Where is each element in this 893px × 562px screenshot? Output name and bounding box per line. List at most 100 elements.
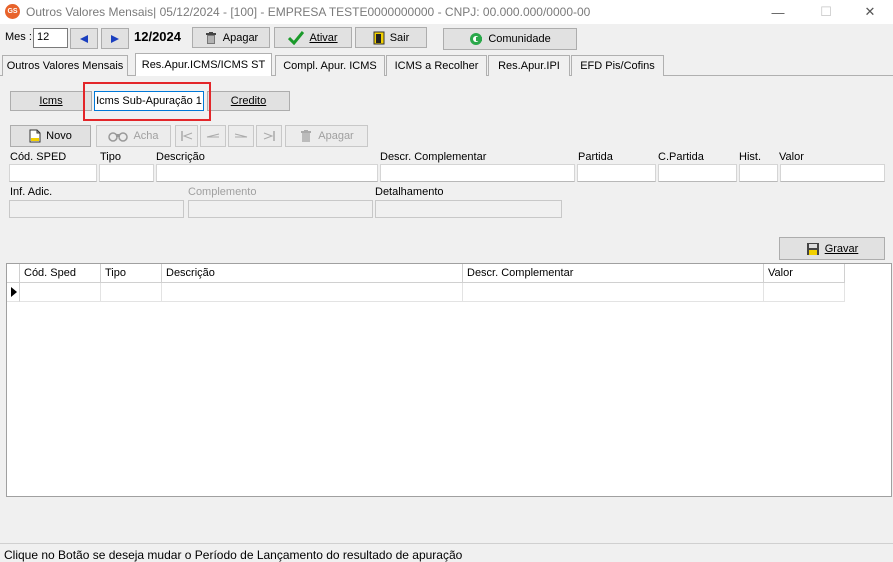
tab-res-apur-ipi[interactable]: Res.Apur.IPI bbox=[488, 55, 570, 76]
tab-compl-apur-icms[interactable]: Compl. Apur. ICMS bbox=[275, 55, 385, 76]
mes-input[interactable]: 12 bbox=[33, 28, 68, 48]
tab-icms-a-recolher[interactable]: ICMS a Recolher bbox=[386, 55, 487, 76]
complemento-label: Complemento bbox=[188, 186, 257, 198]
hist-label: Hist. bbox=[739, 151, 761, 163]
maximize-button: ☐ bbox=[803, 0, 849, 24]
descricao-label: Descrição bbox=[156, 151, 205, 163]
window-title: Outros Valores Mensais| 05/12/2024 - [10… bbox=[26, 5, 591, 19]
checkmark-icon bbox=[288, 30, 305, 45]
valor-input[interactable] bbox=[780, 164, 885, 182]
ativar-button[interactable]: Ativar bbox=[274, 27, 352, 48]
detalhamento-label: Detalhamento bbox=[375, 186, 444, 198]
novo-button[interactable]: Novo bbox=[10, 125, 91, 147]
grid-header-descr-complementar[interactable]: Descr. Complementar bbox=[463, 264, 764, 283]
apagar-button[interactable]: Apagar bbox=[285, 125, 368, 147]
apagar-label: Apagar bbox=[318, 130, 354, 142]
cod-sped-input[interactable] bbox=[9, 164, 97, 182]
sair-label: Sair bbox=[389, 31, 410, 44]
app-logo-icon: GS bbox=[5, 4, 20, 19]
c-partida-label: C.Partida bbox=[658, 151, 704, 163]
partida-input[interactable] bbox=[577, 164, 656, 182]
period-label: 12/2024 bbox=[134, 29, 181, 44]
descr-complementar-input[interactable] bbox=[380, 164, 575, 182]
comunidade-button[interactable]: Comunidade bbox=[443, 28, 577, 50]
grid-header-valor[interactable]: Valor bbox=[764, 264, 845, 283]
novo-label: Novo bbox=[46, 130, 72, 142]
status-message: Clique no Botão se deseja mudar o Períod… bbox=[4, 548, 463, 562]
cod-sped-label: Cód. SPED bbox=[10, 151, 67, 163]
tab-label: Compl. Apur. ICMS bbox=[283, 60, 377, 72]
descr-complementar-label: Descr. Complementar bbox=[380, 151, 487, 163]
partida-label: Partida bbox=[578, 151, 613, 163]
table-cell[interactable] bbox=[101, 283, 162, 302]
row-indicator bbox=[7, 283, 20, 302]
inf-adic-input[interactable] bbox=[9, 200, 184, 218]
status-bar: Clique no Botão se deseja mudar o Períod… bbox=[0, 543, 893, 562]
save-disk-icon bbox=[806, 242, 819, 255]
data-grid[interactable]: Cód. Sped Tipo Descrição Descr. Compleme… bbox=[6, 263, 892, 497]
hist-input[interactable] bbox=[739, 164, 778, 182]
tab-label: Outros Valores Mensais bbox=[6, 60, 124, 72]
comunidade-label: Comunidade bbox=[488, 33, 551, 45]
previous-record-button[interactable] bbox=[200, 125, 226, 147]
tab-label: Res.Apur.ICMS/ICMS ST bbox=[141, 59, 266, 71]
subtab-icms-button[interactable]: Icms bbox=[10, 91, 92, 111]
close-button[interactable]: ✕ bbox=[847, 0, 893, 24]
first-record-icon bbox=[180, 131, 192, 141]
minimize-button[interactable]: — bbox=[755, 0, 801, 24]
new-document-icon bbox=[29, 129, 41, 143]
ativar-label: Ativar bbox=[309, 31, 338, 44]
toolbar-apagar-label: Apagar bbox=[222, 31, 259, 44]
maximize-icon: ☐ bbox=[820, 4, 832, 19]
exit-door-icon bbox=[373, 31, 385, 44]
acha-label: Acha bbox=[133, 130, 159, 142]
next-record-button[interactable] bbox=[228, 125, 254, 147]
descricao-input[interactable] bbox=[156, 164, 378, 182]
detalhamento-input[interactable] bbox=[375, 200, 562, 218]
gravar-button[interactable]: Gravar bbox=[779, 237, 885, 260]
highlight-box bbox=[83, 82, 211, 121]
c-partida-input[interactable] bbox=[658, 164, 737, 182]
previous-record-icon bbox=[206, 133, 220, 138]
next-month-button[interactable] bbox=[101, 28, 129, 49]
table-cell[interactable] bbox=[463, 283, 764, 302]
tab-outros-valores-mensais[interactable]: Outros Valores Mensais bbox=[2, 55, 128, 76]
table-cell[interactable] bbox=[764, 283, 845, 302]
triangle-right-icon bbox=[111, 34, 119, 43]
toolbar-apagar-button[interactable]: Apagar bbox=[192, 27, 270, 48]
mes-label: Mes : bbox=[5, 31, 32, 43]
tab-label: Res.Apur.IPI bbox=[498, 60, 560, 72]
binoculars-icon bbox=[108, 132, 129, 142]
tab-res-apur-icms-st[interactable]: Res.Apur.ICMS/ICMS ST bbox=[135, 53, 272, 76]
table-cell[interactable] bbox=[162, 283, 463, 302]
last-record-icon bbox=[263, 131, 275, 141]
next-record-icon bbox=[234, 133, 248, 138]
triangle-left-icon bbox=[80, 34, 88, 43]
grid-indicator-header bbox=[7, 264, 20, 283]
subtab-icms-label: Icms bbox=[39, 95, 63, 107]
grid-header-descricao[interactable]: Descrição bbox=[162, 264, 463, 283]
trash-icon bbox=[301, 130, 312, 142]
subtab-credito-button[interactable]: Credito bbox=[207, 91, 290, 111]
sair-button[interactable]: Sair bbox=[355, 27, 427, 48]
inf-adic-label: Inf. Adic. bbox=[10, 186, 53, 198]
first-record-button[interactable] bbox=[175, 125, 198, 147]
acha-button[interactable]: Acha bbox=[96, 125, 171, 147]
close-icon: ✕ bbox=[864, 4, 876, 19]
grid-header-cod-sped[interactable]: Cód. Sped bbox=[20, 264, 101, 283]
minimize-icon: — bbox=[771, 4, 785, 20]
table-cell[interactable] bbox=[20, 283, 101, 302]
trash-icon bbox=[205, 31, 216, 44]
complemento-input bbox=[188, 200, 373, 218]
gravar-label: Gravar bbox=[824, 242, 859, 255]
last-record-button[interactable] bbox=[256, 125, 282, 147]
comunidade-logo-icon bbox=[470, 33, 483, 45]
tab-label: ICMS a Recolher bbox=[394, 60, 479, 72]
grid-header-tipo[interactable]: Tipo bbox=[101, 264, 162, 283]
valor-label: Valor bbox=[779, 151, 804, 163]
subtab-credito-label: Credito bbox=[230, 95, 267, 107]
tab-efd-pis-cofins[interactable]: EFD Pis/Cofins bbox=[571, 55, 664, 76]
tipo-input[interactable] bbox=[99, 164, 154, 182]
previous-month-button[interactable] bbox=[70, 28, 98, 49]
tipo-label: Tipo bbox=[100, 151, 121, 163]
